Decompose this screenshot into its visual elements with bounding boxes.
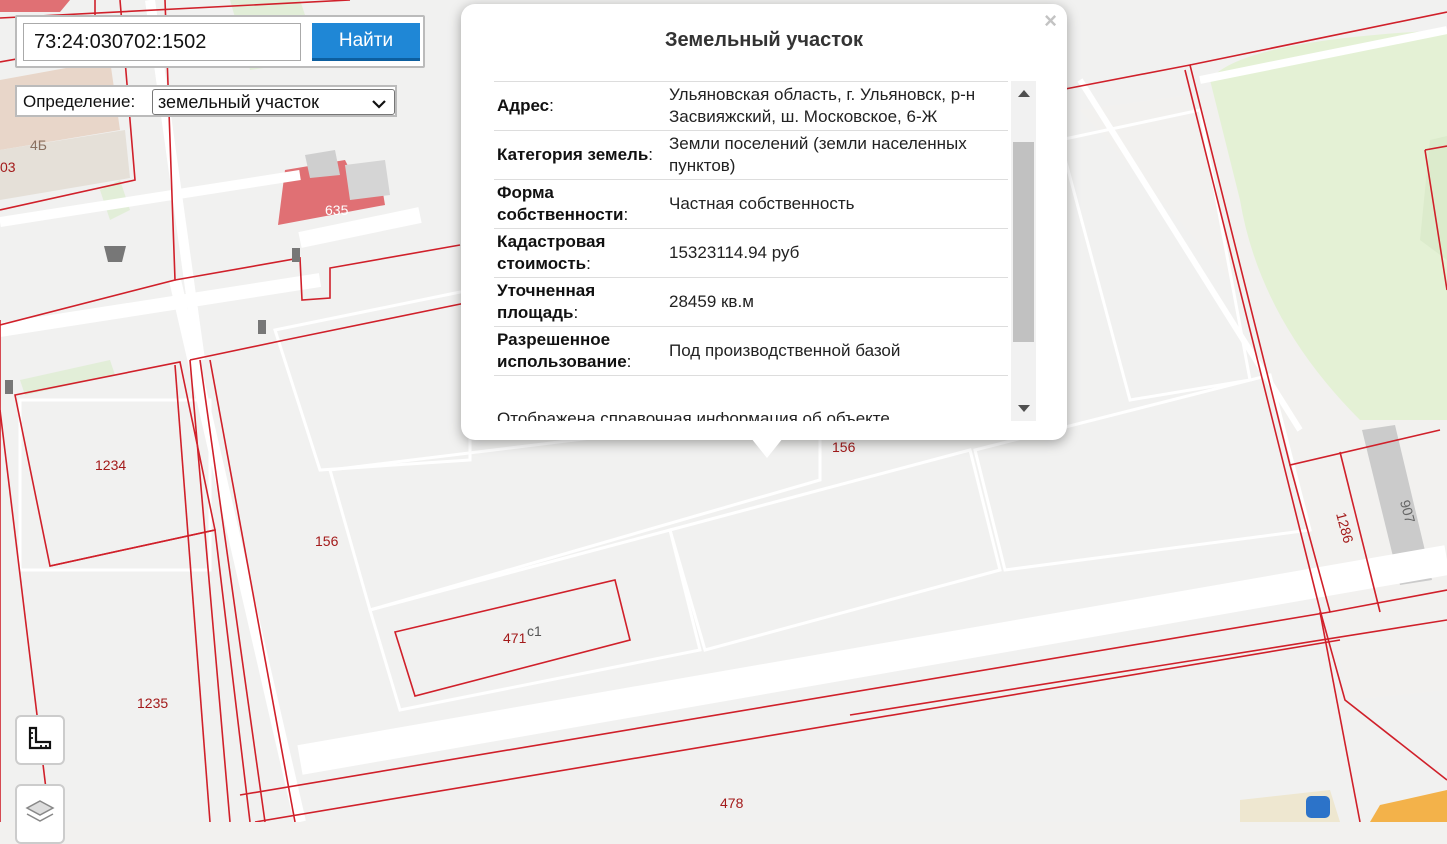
property-key: Кадастровая стоимость: xyxy=(494,228,666,278)
parcel-info-popup: × Земельный участок Адрес: Ульяновская о… xyxy=(461,4,1067,458)
popup-scroll-area[interactable]: Адрес: Ульяновская область, г. Ульяновск… xyxy=(494,81,1036,421)
definition-panel: Определение: земельный участок xyxy=(15,85,397,117)
definition-select[interactable]: земельный участок xyxy=(152,89,395,115)
table-row: Форма собственности: Частная собственнос… xyxy=(494,179,1008,229)
property-key: Форма собственности: xyxy=(494,179,666,229)
layers-icon xyxy=(25,799,55,830)
table-row: Категория земель: Земли поселений (земли… xyxy=(494,130,1008,180)
reference-note: Отображена справочная информация об объе… xyxy=(497,409,890,421)
map-label-1235: 1235 xyxy=(137,695,168,711)
ruler-button[interactable] xyxy=(15,715,65,765)
properties-table: Адрес: Ульяновская область, г. Ульяновск… xyxy=(494,81,1008,376)
search-panel: Найти xyxy=(15,15,425,68)
map-label-c1: с1 xyxy=(527,623,542,639)
property-key: Адрес: xyxy=(494,81,666,131)
definition-label: Определение: xyxy=(23,92,136,111)
map-sign-icon xyxy=(1306,796,1330,818)
map-label-156-left: 156 xyxy=(315,533,339,549)
map-poi-icon xyxy=(258,320,266,334)
layers-button[interactable] xyxy=(15,784,65,844)
table-row: Адрес: Ульяновская область, г. Ульяновск… xyxy=(494,81,1008,131)
map-label-1234: 1234 xyxy=(95,457,126,473)
table-row: Уточненная площадь: 28459 кв.м xyxy=(494,277,1008,327)
map-poi-icon xyxy=(292,248,300,262)
property-value: Ульяновская область, г. Ульяновск, р-н З… xyxy=(666,81,1008,131)
property-key: Уточненная площадь: xyxy=(494,277,666,327)
definition-selected-value: земельный участок xyxy=(158,92,319,112)
chevron-down-icon xyxy=(372,92,386,116)
property-key: Категория земель: xyxy=(494,130,666,180)
table-row: Разрешенное использование: Под производс… xyxy=(494,326,1008,376)
map-poi-icon xyxy=(5,380,13,394)
property-value: Земли поселений (земли населенных пункто… xyxy=(666,130,1008,180)
property-value: 15323114.94 руб xyxy=(666,228,1008,278)
ruler-icon xyxy=(27,725,53,756)
property-value: Под производственной базой xyxy=(666,326,1008,376)
popup-scrollbar[interactable] xyxy=(1011,81,1036,421)
map-label-471: 471 xyxy=(503,630,527,646)
scroll-thumb[interactable] xyxy=(1013,142,1034,342)
scroll-up-arrow-icon[interactable] xyxy=(1018,90,1030,97)
map-label-478: 478 xyxy=(720,795,744,811)
property-value: 28459 кв.м xyxy=(666,277,1008,327)
property-value: Частная собственность xyxy=(666,179,1008,229)
cadastral-search-input[interactable] xyxy=(23,23,301,61)
map-label-156-top: 156 xyxy=(832,439,856,455)
map-label-4b: 4Б xyxy=(30,137,47,153)
popup-pointer xyxy=(751,438,783,458)
table-row: Кадастровая стоимость: 15323114.94 руб xyxy=(494,228,1008,278)
find-button[interactable]: Найти xyxy=(312,23,420,61)
scroll-down-arrow-icon[interactable] xyxy=(1018,405,1030,412)
popup-title: Земельный участок xyxy=(664,29,864,51)
map-label-03: 03 xyxy=(0,159,16,175)
property-key: Разрешенное использование: xyxy=(494,326,666,376)
map-label-635: 635 xyxy=(325,202,349,218)
